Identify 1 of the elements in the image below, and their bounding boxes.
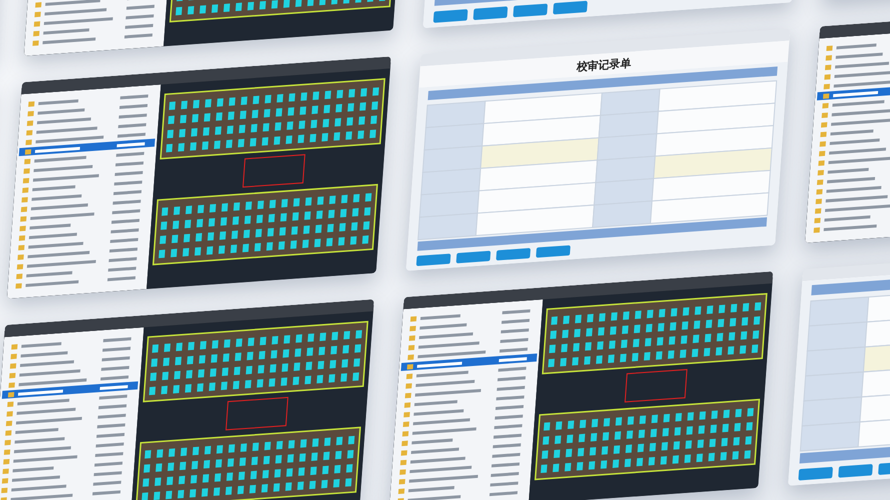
form-title: 校审记录单	[575, 56, 633, 76]
